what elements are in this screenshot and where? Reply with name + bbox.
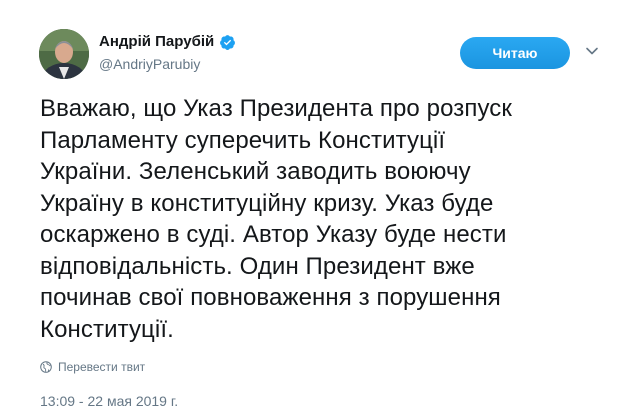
chevron-down-icon[interactable] [585,44,599,58]
tweet-text-line: Вважаю, що Указ Президента про розпуск [40,95,512,122]
tweet-card: Андрій Парубій @AndriyParubiy Читаю Вваж… [0,0,637,420]
translate-label: Перевести твит [58,360,146,374]
tweet-text-line: відповідальність. Один Президент вже [40,252,475,280]
translate-tweet-link[interactable]: Перевести твит [40,360,145,374]
user-name-row[interactable]: Андрій Парубій [99,33,236,51]
tweet-text-line: Парламенту суперечить Конституції [40,126,446,154]
user-handle[interactable]: @AndriyParubiy [99,56,200,73]
verified-badge-icon [219,34,236,51]
tweet-text-line: Конституції. [40,315,174,343]
display-name[interactable]: Андрій Парубій [99,33,214,51]
avatar[interactable] [39,29,89,79]
tweet-text-line: України. Зеленський заводить воюючу [40,158,471,185]
follow-button[interactable]: Читаю [460,37,570,69]
tweet-text: Вважаю, що Указ Президента про розпуск П… [40,93,600,345]
tweet-timestamp[interactable]: 13:09 - 22 мая 2019 г. [40,393,178,410]
tweet-text-line: Україну в конституційну кризу. Указ буде [40,189,494,217]
tweet-text-line: починав свої повноваження з порушення [40,284,501,311]
globe-icon [40,361,52,373]
avatar-image [39,29,89,79]
tweet-text-line: оскаржено в суді. Автор Указу буде нести [40,221,507,248]
